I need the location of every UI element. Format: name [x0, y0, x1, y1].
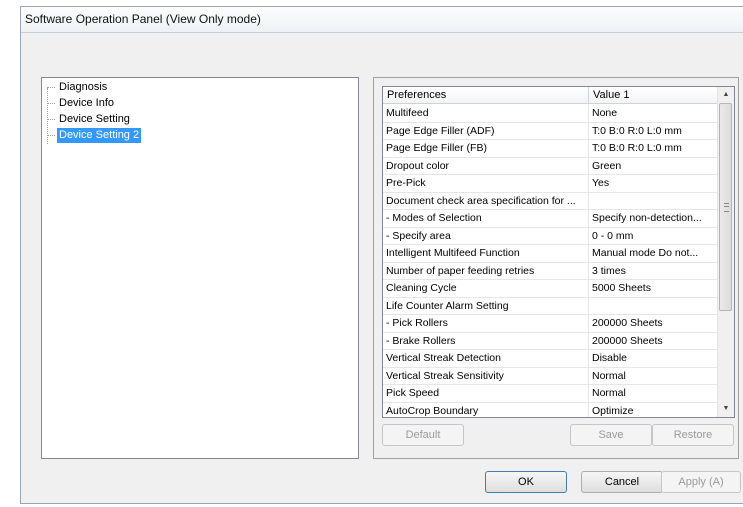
preference-value-cell: Normal — [589, 367, 719, 385]
table-row[interactable]: Multifeed None — [383, 105, 719, 123]
preference-value-cell — [589, 192, 719, 210]
preference-name-cell: Pick Speed — [383, 385, 589, 403]
preference-name-cell: Pre-Pick — [383, 175, 589, 193]
tree-item-label: Device Setting 2 — [57, 128, 142, 143]
scroll-thumb[interactable] — [719, 103, 732, 311]
preference-name-cell: AutoCrop Boundary — [383, 402, 589, 417]
table-row[interactable]: - Pick Rollers 200000 Sheets — [383, 315, 719, 333]
dialog-window: Software Operation Panel (View Only mode… — [20, 6, 743, 504]
tree-item-device-setting[interactable]: Device Setting — [47, 112, 132, 127]
preference-name-cell: - Specify area — [383, 227, 589, 245]
preference-name-cell: Life Counter Alarm Setting — [383, 297, 589, 315]
save-button[interactable]: Save — [570, 424, 652, 446]
window-title: Software Operation Panel (View Only mode… — [25, 12, 261, 26]
preference-name-cell: - Pick Rollers — [383, 315, 589, 333]
grid-header: Preferences Value 1 — [383, 87, 719, 104]
preference-value-cell — [589, 297, 719, 315]
tree-item-diagnosis[interactable]: Diagnosis — [47, 80, 109, 95]
default-button[interactable]: Default — [382, 424, 464, 446]
preference-name-cell: - Brake Rollers — [383, 332, 589, 350]
table-row[interactable]: Cleaning Cycle 5000 Sheets — [383, 280, 719, 298]
settings-group: Preferences Value 1 Multifeed None Page Ed… — [373, 77, 739, 459]
apply-button[interactable]: Apply (A) — [661, 471, 741, 493]
preference-name-cell: Multifeed — [383, 105, 589, 123]
cancel-button[interactable]: Cancel — [581, 471, 663, 493]
table-row[interactable]: Page Edge Filler (FB) T:0 B:0 R:0 L:0 mm — [383, 140, 719, 158]
grip-icon — [724, 203, 729, 212]
title-bar[interactable]: Software Operation Panel (View Only mode… — [21, 7, 743, 33]
preference-name-cell: Dropout color — [383, 157, 589, 175]
tree-branch-line — [47, 102, 55, 104]
preference-value-cell: Normal — [589, 385, 719, 403]
tree-branch-line — [47, 134, 55, 136]
preferences-grid[interactable]: Preferences Value 1 Multifeed None Page Ed… — [382, 86, 735, 418]
preference-name-cell: Document check area specification for ..… — [383, 192, 589, 210]
preference-value-cell: Manual mode Do not... — [589, 245, 719, 263]
settings-tree[interactable]: Diagnosis Device Info Device Setting Dev… — [41, 77, 359, 459]
table-row[interactable]: Document check area specification for ..… — [383, 192, 719, 210]
table-row[interactable]: Number of paper feeding retries 3 times — [383, 262, 719, 280]
tree-branch-line — [47, 118, 55, 120]
preference-name-cell: - Modes of Selection — [383, 210, 589, 228]
preference-name-cell: Page Edge Filler (FB) — [383, 140, 589, 158]
preference-value-cell: Green — [589, 157, 719, 175]
preference-name-cell: Page Edge Filler (ADF) — [383, 122, 589, 140]
table-row[interactable]: Life Counter Alarm Setting — [383, 297, 719, 315]
table-row[interactable]: - Brake Rollers 200000 Sheets — [383, 332, 719, 350]
grid-rows: Multifeed None Page Edge Filler (ADF) T:0 B… — [383, 105, 719, 417]
column-header-value[interactable]: Value 1 — [589, 87, 719, 104]
table-row[interactable]: Intelligent Multifeed Function Manual mod… — [383, 245, 719, 263]
preference-value-cell: T:0 B:0 R:0 L:0 mm — [589, 122, 719, 140]
table-row[interactable]: Vertical Streak Detection Disable — [383, 350, 719, 368]
table-row[interactable]: Page Edge Filler (ADF) T:0 B:0 R:0 L:0 mm — [383, 122, 719, 140]
preference-value-cell: Disable — [589, 350, 719, 368]
tree-item-label: Device Info — [59, 97, 115, 109]
preference-value-cell: None — [589, 105, 719, 123]
tree-branch-line — [47, 86, 55, 88]
preference-name-cell: Number of paper feeding retries — [383, 262, 589, 280]
ok-button[interactable]: OK — [485, 471, 567, 493]
tree-item-device-info[interactable]: Device Info — [47, 96, 116, 111]
preference-value-cell: Yes — [589, 175, 719, 193]
preference-name-cell: Cleaning Cycle — [383, 280, 589, 298]
table-row[interactable]: - Modes of Selection Specify non-detectio… — [383, 210, 719, 228]
preference-value-cell: 200000 Sheets — [589, 332, 719, 350]
preference-value-cell: Optimize — [589, 402, 719, 417]
preference-name-cell: Intelligent Multifeed Function — [383, 245, 589, 263]
preference-name-cell: Vertical Streak Sensitivity — [383, 367, 589, 385]
scroll-down-arrow-icon[interactable]: ▼ — [718, 401, 734, 417]
table-row[interactable]: - Specify area 0 - 0 mm — [383, 227, 719, 245]
table-row[interactable]: Pick Speed Normal — [383, 385, 719, 403]
preference-value-cell: 5000 Sheets — [589, 280, 719, 298]
vertical-scrollbar[interactable]: ▲ ▼ — [717, 87, 734, 417]
preference-value-cell: Specify non-detection... — [589, 210, 719, 228]
preference-value-cell: 200000 Sheets — [589, 315, 719, 333]
column-header-preferences[interactable]: Preferences — [383, 87, 589, 104]
tree-item-device-setting-2[interactable]: Device Setting 2 — [47, 128, 142, 143]
restore-button[interactable]: Restore — [652, 424, 734, 446]
scroll-up-arrow-icon[interactable]: ▲ — [718, 87, 734, 103]
preference-name-cell: Vertical Streak Detection — [383, 350, 589, 368]
preference-value-cell: T:0 B:0 R:0 L:0 mm — [589, 140, 719, 158]
table-row[interactable]: Dropout color Green — [383, 157, 719, 175]
tree-item-label: Diagnosis — [59, 81, 108, 93]
table-row[interactable]: Vertical Streak Sensitivity Normal — [383, 367, 719, 385]
table-row[interactable]: Pre-Pick Yes — [383, 175, 719, 193]
tree-item-label: Device Setting — [59, 113, 130, 125]
preference-value-cell: 3 times — [589, 262, 719, 280]
preference-value-cell: 0 - 0 mm — [589, 227, 719, 245]
table-row[interactable]: AutoCrop Boundary Optimize — [383, 402, 719, 417]
